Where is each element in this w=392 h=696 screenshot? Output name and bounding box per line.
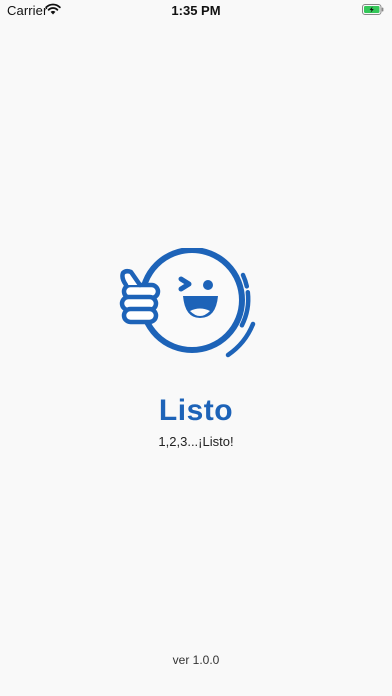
status-time: 1:35 PM — [171, 3, 221, 18]
version-label: ver 1.0.0 — [172, 653, 220, 667]
battery-charging-icon — [362, 4, 384, 15]
status-bar: Carrier 1:35 PM — [0, 0, 392, 22]
app-tagline: 1,2,3...¡Listo! — [158, 434, 234, 449]
app-name: Listo — [158, 394, 234, 427]
app-logo — [119, 248, 256, 358]
